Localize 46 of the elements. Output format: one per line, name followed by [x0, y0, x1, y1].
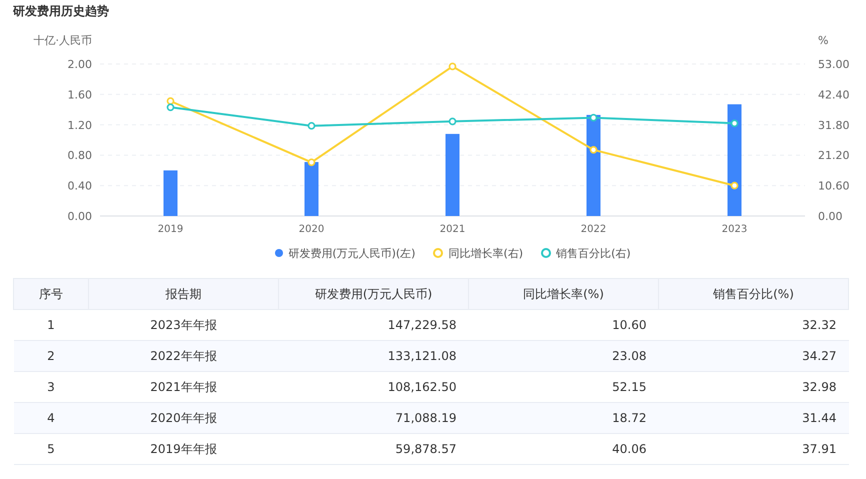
axis-title: 十亿·人民币 [34, 34, 92, 47]
data-point-marker [448, 62, 456, 70]
data-point-marker [730, 182, 738, 190]
legend-label: 同比增长率(右) [448, 246, 524, 260]
axis-tick-label: 2021 [440, 224, 466, 235]
data-point-marker [448, 118, 456, 126]
data-point-marker [730, 120, 738, 128]
table-cell: 2019年年报 [88, 434, 278, 464]
axis-tick-label: 1.20 [68, 118, 92, 132]
table-cell: 5 [14, 434, 88, 464]
legend-marker-icon [275, 249, 284, 257]
axis-tick-label: 10.60 [818, 180, 850, 193]
axis-tick-label: 1.60 [68, 88, 92, 102]
axis-tick-label: 42.40 [818, 88, 850, 102]
data-point-marker [590, 114, 598, 122]
axis-tick-label: 2022 [580, 224, 606, 235]
column-header: 报告期 [88, 278, 278, 310]
legend-marker-icon [541, 248, 552, 258]
axis-tick-label: 53.00 [818, 58, 850, 71]
table-cell: 37.91 [658, 434, 848, 464]
axis-tick-label: 2023 [722, 224, 748, 235]
axis-tick-label: 0.00 [68, 210, 92, 223]
axis-tick-label: 0.80 [68, 149, 92, 162]
axis-tick-label: 21.20 [818, 149, 850, 162]
axis-tick-label: 31.80 [818, 118, 850, 132]
legend-marker-icon [433, 248, 444, 258]
legend-label: 研发费用(万元人民币)(左) [288, 246, 416, 260]
axis-tick-label: 2019 [158, 224, 184, 235]
axis-tick-label: 0.40 [68, 180, 92, 193]
column-header: 销售百分比(%) [658, 278, 848, 310]
data-point-marker [308, 158, 316, 166]
column-header: 同比增长率(%) [468, 278, 658, 310]
column-header: 研发费用(万元人民币) [278, 278, 468, 310]
axis-tick-label: 0.00 [818, 210, 842, 223]
axis-title: % [818, 34, 828, 47]
bar [164, 170, 178, 216]
data-point-marker [308, 122, 316, 130]
table-cell: 40.06 [468, 434, 658, 464]
axis-tick-label: 2020 [298, 224, 324, 235]
column-header: 序号 [14, 278, 88, 310]
data-point-marker [590, 146, 598, 154]
legend-label: 销售百分比(右) [556, 246, 631, 260]
table-cell: 59,878.57 [278, 434, 468, 464]
section-title: 研发费用历史趋势 [12, 3, 110, 20]
axis-tick-label: 2.00 [68, 58, 92, 71]
bar [304, 162, 318, 216]
